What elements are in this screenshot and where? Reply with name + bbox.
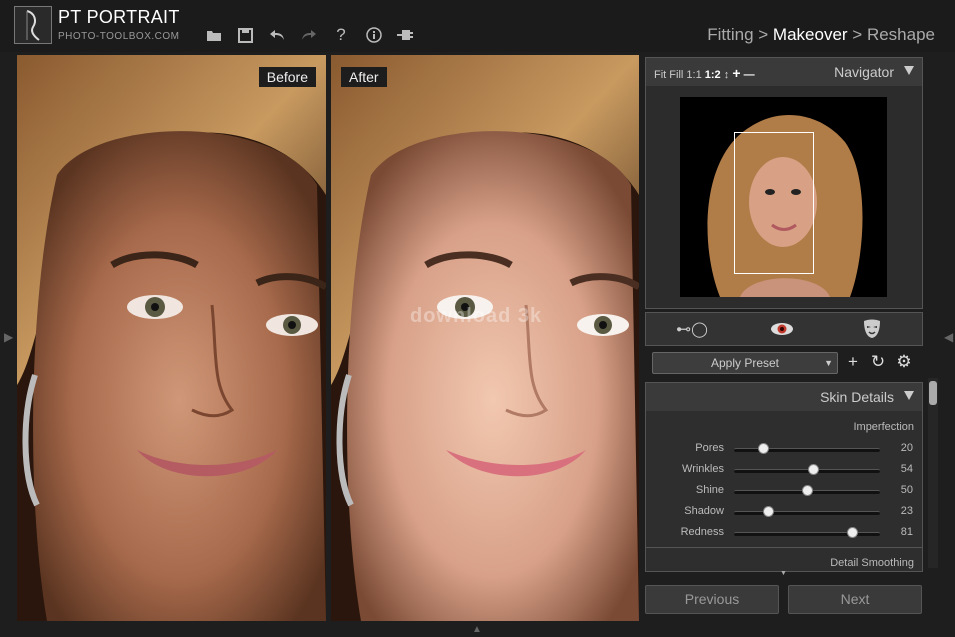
slider-track[interactable] xyxy=(734,448,880,452)
after-photo xyxy=(331,55,639,621)
slider-handle[interactable] xyxy=(758,443,770,454)
section-detail-smoothing: Detail Smoothing xyxy=(830,557,914,569)
redo-icon[interactable] xyxy=(298,24,320,46)
before-image-pane[interactable]: Before xyxy=(17,55,326,621)
step-reshape[interactable]: Reshape xyxy=(867,25,935,44)
navigator-viewport-rect[interactable] xyxy=(734,132,814,274)
slider-label: Shadow xyxy=(684,505,724,517)
section-imperfection: Imperfection xyxy=(853,421,914,433)
slider-row-wrinkles: Wrinkles 54 xyxy=(646,461,922,479)
navigator-thumbnail[interactable] xyxy=(680,97,887,297)
reset-icon[interactable]: ↻ xyxy=(867,351,889,373)
undo-icon[interactable] xyxy=(266,24,288,46)
add-preset-icon[interactable]: + xyxy=(842,351,864,373)
zoom-fill[interactable]: Fill xyxy=(669,69,683,81)
slider-handle[interactable] xyxy=(802,485,813,496)
step-separator: > xyxy=(847,25,867,44)
slider-value: 54 xyxy=(900,463,913,475)
slider-label: Shine xyxy=(695,484,724,496)
skin-details-collapse-icon[interactable] xyxy=(904,391,914,400)
slider-value: 81 xyxy=(900,526,913,538)
panel-scrollbar[interactable] xyxy=(928,378,938,568)
step-makeover[interactable]: Makeover xyxy=(773,25,848,44)
after-image-pane[interactable]: After xyxy=(331,55,639,621)
next-button[interactable]: Next xyxy=(788,585,922,614)
plugin-icon[interactable] xyxy=(394,24,416,46)
folder-icon[interactable] xyxy=(203,24,225,46)
zoom-current[interactable]: 1:2 xyxy=(705,69,721,81)
app-logo xyxy=(14,6,52,44)
chevron-down-icon: ▼ xyxy=(824,358,833,368)
help-icon[interactable]: ? xyxy=(330,24,352,46)
slider-track[interactable] xyxy=(734,511,880,515)
workflow-steps: Fitting > Makeover > Reshape xyxy=(707,25,935,45)
top-bar: PT PORTRAIT PHOTO-TOOLBOX.COM ? Fitting … xyxy=(0,0,955,52)
watermark: download 3k xyxy=(410,305,543,327)
slider-handle[interactable] xyxy=(807,464,819,475)
zoom-1-1[interactable]: 1:1 xyxy=(686,69,701,81)
zoom-in-icon[interactable]: + xyxy=(732,65,740,81)
slider-row-redness: Redness 81 xyxy=(646,524,922,542)
compare-mode-icon[interactable]: ⊷◯ xyxy=(674,318,710,340)
right-panel-toggle-icon[interactable]: ◀ xyxy=(944,330,953,344)
zoom-out-icon[interactable]: — xyxy=(744,69,755,81)
bottom-panel-toggle-icon[interactable]: ▲ xyxy=(472,624,482,635)
mask-mode-icon[interactable] xyxy=(854,318,890,340)
after-label: After xyxy=(341,67,387,87)
previous-button[interactable]: Previous xyxy=(645,585,779,614)
slider-row-pores: Pores 20 xyxy=(646,440,922,458)
step-separator: > xyxy=(753,25,773,44)
slider-value: 20 xyxy=(900,442,913,454)
slider-value: 50 xyxy=(900,484,913,496)
zoom-stepper-icon[interactable]: ↕ xyxy=(724,69,730,81)
mode-bar: ⊷◯ xyxy=(645,312,923,346)
scroll-more-icon[interactable]: ▼ xyxy=(780,570,787,577)
slider-label: Redness xyxy=(680,526,724,538)
slider-track[interactable] xyxy=(734,532,880,536)
save-icon[interactable] xyxy=(234,24,256,46)
zoom-fit[interactable]: Fit xyxy=(654,69,666,81)
slider-value: 23 xyxy=(900,505,913,517)
navigator-title: Navigator xyxy=(834,64,894,80)
skin-details-body: Imperfection Pores 20 Wrinkles 54 Shine 50 Sha… xyxy=(645,411,923,572)
app-subtitle: PHOTO-TOOLBOX.COM xyxy=(58,31,180,42)
apply-preset-dropdown[interactable]: Apply Preset ▼ xyxy=(652,352,838,374)
slider-handle[interactable] xyxy=(762,506,774,517)
eye-retouch-icon[interactable] xyxy=(764,318,800,340)
slider-label: Pores xyxy=(695,442,724,454)
preset-row: Apply Preset ▼ + ↻ ⚙ xyxy=(645,348,921,378)
navigator-collapse-icon[interactable] xyxy=(904,66,914,75)
info-icon[interactable] xyxy=(363,24,385,46)
apply-preset-label: Apply Preset xyxy=(710,356,780,370)
before-photo xyxy=(17,55,326,621)
left-panel-toggle-icon[interactable]: ▶ xyxy=(4,330,13,344)
zoom-controls: Fit Fill 1:1 1:2 ↕ + — xyxy=(654,65,755,81)
slider-row-shine: Shine 50 xyxy=(646,482,922,500)
slider-row-shadow: Shadow 23 xyxy=(646,503,922,521)
navigator-body xyxy=(645,86,923,309)
skin-details-title: Skin Details xyxy=(820,389,894,405)
slider-track[interactable] xyxy=(734,469,880,473)
skin-details-header[interactable]: Skin Details xyxy=(645,382,923,412)
navigator-header: Fit Fill 1:1 1:2 ↕ + — Navigator xyxy=(645,57,923,87)
app-title: PT PORTRAIT xyxy=(58,7,180,27)
settings-gear-icon[interactable]: ⚙ xyxy=(893,351,915,373)
step-fitting[interactable]: Fitting xyxy=(707,25,753,44)
panel-scrollbar-thumb[interactable] xyxy=(929,381,937,405)
before-label: Before xyxy=(258,67,316,87)
slider-handle[interactable] xyxy=(847,527,859,538)
section-divider xyxy=(646,547,922,548)
slider-label: Wrinkles xyxy=(682,463,724,475)
